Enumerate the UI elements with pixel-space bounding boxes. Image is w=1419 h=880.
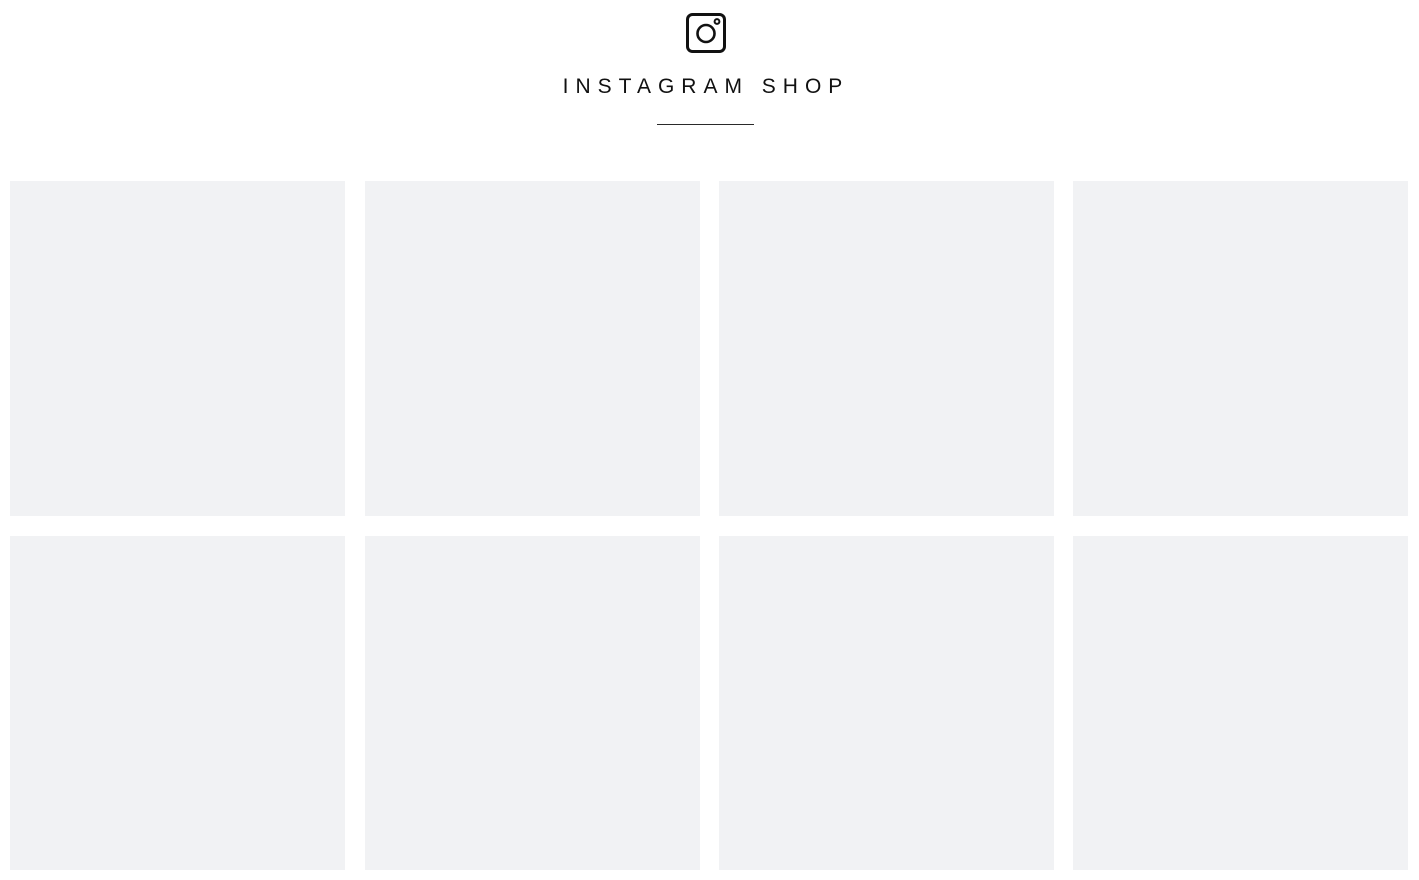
instagram-post-tile[interactable] (365, 536, 700, 870)
instagram-post-tile[interactable] (1073, 181, 1408, 516)
instagram-post-tile[interactable] (10, 181, 345, 516)
instagram-post-tile[interactable] (719, 181, 1054, 516)
instagram-post-tile[interactable] (719, 536, 1054, 870)
instagram-post-tile[interactable] (10, 536, 345, 870)
instagram-icon[interactable] (686, 13, 726, 53)
title-divider (657, 124, 754, 125)
instagram-post-tile[interactable] (365, 181, 700, 516)
instagram-header: INSTAGRAM SHOP (0, 0, 1419, 150)
section-title: INSTAGRAM SHOP (562, 75, 850, 98)
instagram-post-tile[interactable] (1073, 536, 1408, 870)
